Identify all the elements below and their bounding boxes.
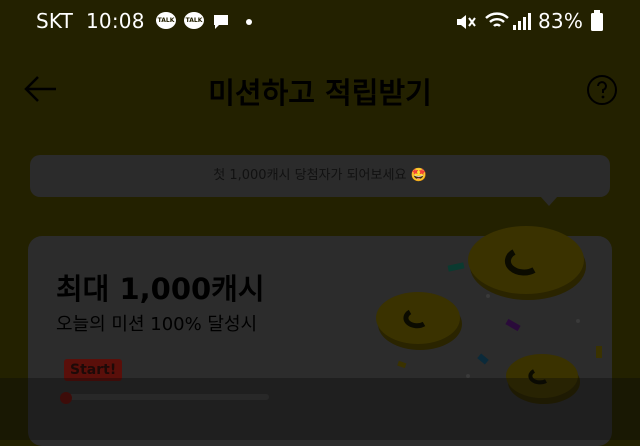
app-bar: 미션하고 적립받기 [0, 44, 640, 134]
kakaotalk-notification-icon: TALK [156, 12, 176, 29]
confetti-icon [477, 353, 489, 365]
banner-pointer [540, 196, 558, 206]
message-icon [214, 15, 228, 29]
battery-icon [591, 10, 603, 31]
promo-banner[interactable]: 첫 1,000캐시 당첨자가 되어보세요 🤩 [30, 155, 610, 197]
coin-icon [468, 226, 586, 300]
question-icon [597, 81, 607, 93]
mute-icon [457, 15, 476, 29]
more-notifications-dot [246, 19, 252, 25]
confetti-icon [447, 262, 465, 272]
confetti-icon [596, 346, 602, 358]
bottom-overlay [0, 378, 640, 440]
clock: 10:08 [86, 9, 145, 33]
carrier-label: SKT [36, 9, 74, 33]
mission-headline: 최대 1,000캐시 [56, 272, 265, 306]
wifi-icon [485, 12, 509, 27]
signal-icon [513, 13, 531, 30]
page-title: 미션하고 적립받기 [208, 76, 432, 110]
confetti-icon [505, 318, 521, 332]
help-button[interactable] [586, 74, 618, 106]
mission-subline: 오늘의 미션 100% 달성시 [56, 314, 258, 335]
kakaotalk-notification-icon: TALK [184, 12, 204, 29]
coin-icon [376, 292, 462, 350]
status-bar: SKT 10:08 TALK TALK 83% [0, 0, 640, 44]
battery-percent: 83% [538, 9, 584, 33]
confetti-icon [397, 360, 407, 369]
